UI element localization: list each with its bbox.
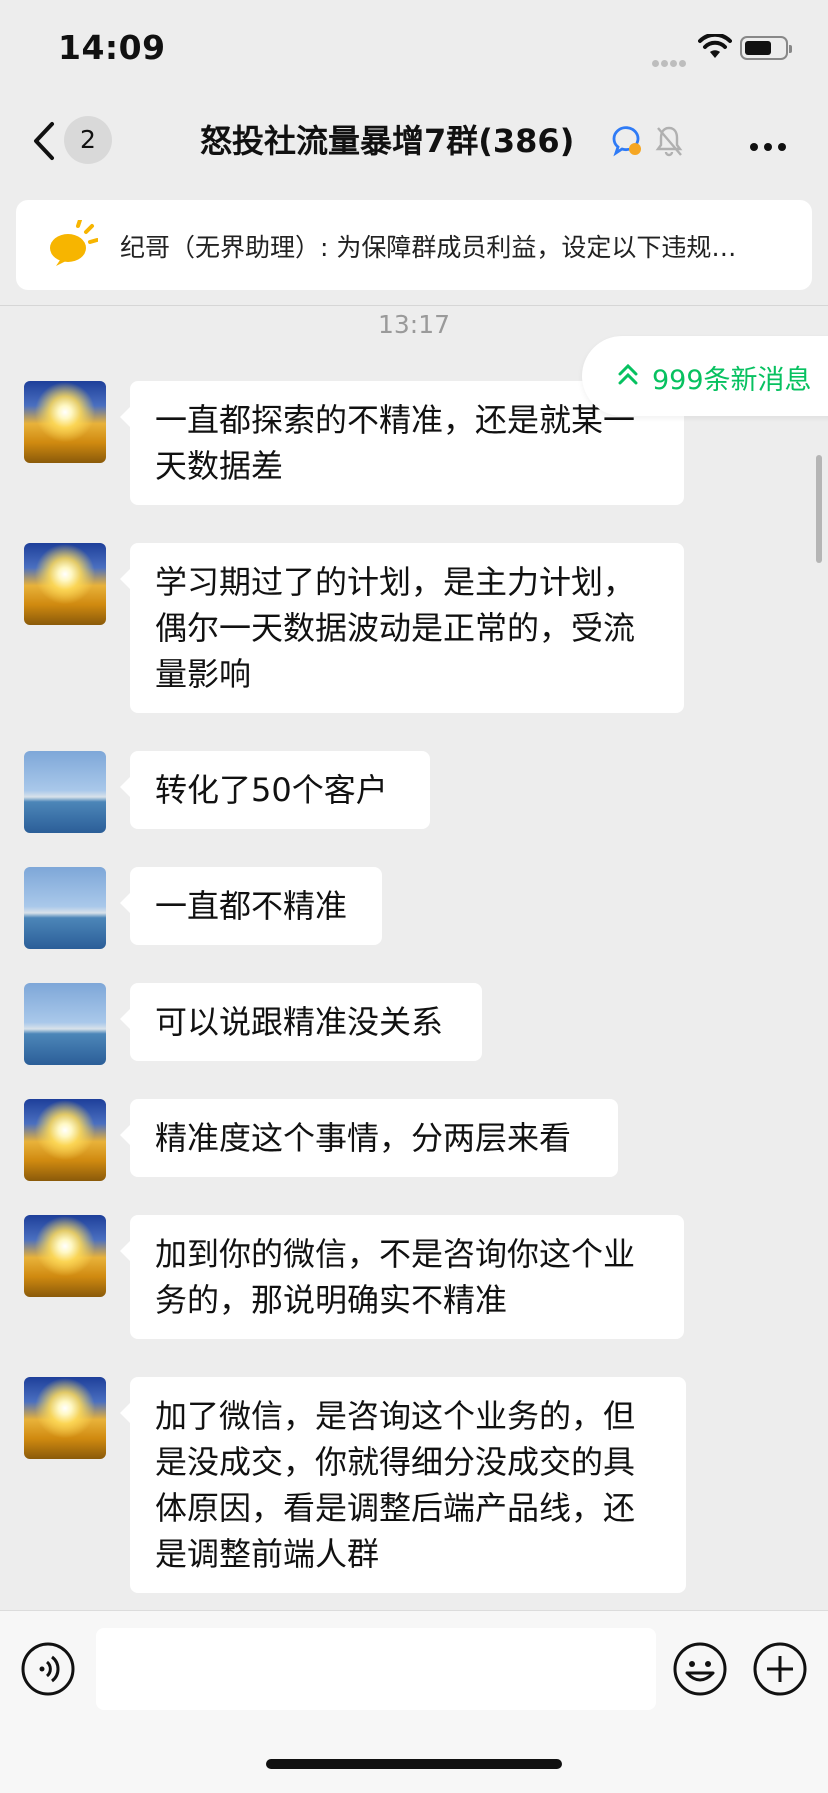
more-options-icon[interactable] bbox=[750, 136, 792, 155]
message-bubble[interactable]: 转化了50个客户 bbox=[120, 751, 430, 829]
input-bar bbox=[0, 1610, 828, 1793]
mute-bell-icon bbox=[655, 126, 683, 157]
sender-avatar[interactable] bbox=[24, 1099, 106, 1181]
new-messages-button[interactable]: 999条新消息 bbox=[582, 336, 828, 416]
message-input[interactable] bbox=[96, 1628, 656, 1710]
message-bubble[interactable]: 精准度这个事情，分两层来看 bbox=[120, 1099, 618, 1177]
message-bubble[interactable]: 学习期过了的计划，是主力计划，偶尔一天数据波动是正常的，受流量影响 bbox=[120, 543, 684, 713]
sender-avatar[interactable] bbox=[24, 543, 106, 625]
announcement-text: 纪哥（无界助理）: 为保障群成员利益，设定以下违规… bbox=[120, 233, 737, 262]
back-unread-badge[interactable]: 2 bbox=[64, 116, 112, 164]
emoji-icon[interactable] bbox=[672, 1641, 728, 1697]
group-chat-icon bbox=[612, 126, 641, 157]
cellular-signal-icon bbox=[652, 52, 688, 71]
voice-input-icon[interactable] bbox=[20, 1641, 76, 1697]
chat-title: 怒投社流量暴增7群(386) bbox=[200, 122, 575, 160]
sender-avatar[interactable] bbox=[24, 1215, 106, 1297]
battery-icon bbox=[740, 36, 792, 60]
message-timestamp: 13:17 bbox=[377, 310, 451, 339]
wifi-icon bbox=[698, 34, 732, 58]
new-messages-label: 999条新消息 bbox=[652, 365, 812, 396]
message-bubble[interactable]: 加到你的微信，不是咨询你这个业务的，那说明确实不精准 bbox=[120, 1215, 684, 1339]
group-announcement[interactable]: 纪哥（无界助理）: 为保障群成员利益，设定以下违规… bbox=[16, 200, 812, 290]
more-actions-plus-icon[interactable] bbox=[752, 1641, 808, 1697]
home-indicator bbox=[266, 1759, 562, 1769]
message-bubble[interactable]: 加了微信，是咨询这个业务的，但是没成交，你就得细分没成交的具体原因，看是调整后端… bbox=[120, 1377, 686, 1593]
double-chevron-up-icon bbox=[618, 363, 638, 385]
sender-avatar[interactable] bbox=[24, 381, 106, 463]
message-bubble[interactable]: 一直都不精准 bbox=[120, 867, 382, 945]
announcement-horn-icon bbox=[50, 220, 98, 266]
status-time: 14:09 bbox=[58, 28, 166, 67]
scrollbar[interactable] bbox=[816, 455, 822, 563]
chat-header: 2 怒投社流量暴增7群(386) bbox=[0, 96, 828, 186]
sender-avatar[interactable] bbox=[24, 867, 106, 949]
divider bbox=[0, 305, 828, 306]
message-bubble[interactable]: 可以说跟精准没关系 bbox=[120, 983, 482, 1061]
status-bar: 14:09 bbox=[0, 0, 828, 96]
sender-avatar[interactable] bbox=[24, 983, 106, 1065]
sender-avatar[interactable] bbox=[24, 1377, 106, 1459]
back-chevron-icon[interactable] bbox=[28, 118, 58, 164]
sender-avatar[interactable] bbox=[24, 751, 106, 833]
